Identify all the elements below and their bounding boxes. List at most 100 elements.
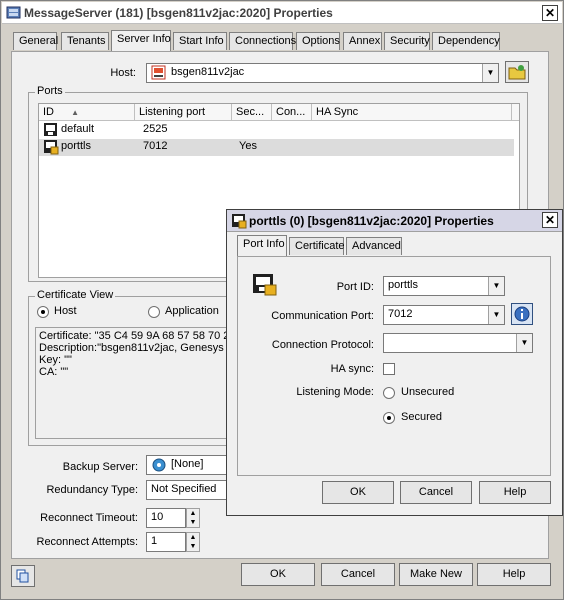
tab-advanced[interactable]: Advanced (346, 237, 402, 255)
tab-certificate[interactable]: Certificate (289, 237, 345, 255)
reconnect-attempts-label: Reconnect Attempts: (36, 536, 139, 548)
redundancy-type-label: Redundancy Type: (46, 484, 138, 496)
host-select[interactable]: bsgen811v2jac ▼ (146, 63, 499, 83)
cert-line: CA: "" (39, 366, 69, 378)
main-window-title: MessageServer (181) [bsgen811v2jac:2020]… (24, 6, 333, 20)
table-row[interactable]: default 2525 (39, 122, 519, 139)
mode-secured-label: Secured (401, 411, 442, 423)
ok-button[interactable]: OK (241, 563, 315, 586)
certificate-view-title: Certificate View (35, 289, 116, 301)
close-button[interactable]: ✕ (542, 5, 558, 21)
mode-unsecured-radio[interactable] (383, 387, 395, 399)
reconnect-timeout-input[interactable]: 10 (146, 508, 186, 528)
reconnect-attempts-input[interactable]: 1 (146, 532, 186, 552)
cert-line: Certificate: "35 C4 59 9A 68 57 58 70 21 (39, 330, 235, 342)
port-id: porttls (61, 140, 91, 152)
make-new-button[interactable]: Make New (399, 563, 473, 586)
port-secured: Yes (239, 140, 257, 152)
secure-port-icon (252, 273, 278, 297)
dialog-cancel-button[interactable]: Cancel (400, 481, 472, 504)
main-titlebar: MessageServer (181) [bsgen811v2jac:2020]… (2, 2, 562, 24)
communication-port-select[interactable]: 7012 ▼ (383, 305, 505, 325)
copy-button[interactable] (11, 565, 35, 587)
cert-application-label: Application (165, 305, 219, 317)
chevron-down-icon[interactable]: ▼ (516, 334, 532, 352)
tab-port-info[interactable]: Port Info (237, 235, 287, 256)
info-icon (514, 306, 530, 325)
ports-group-title: Ports (35, 85, 65, 97)
reconnect-timeout-spinner[interactable]: ▲ ▼ (186, 508, 200, 528)
server-app-icon (6, 5, 22, 21)
column-header-secured[interactable]: Sec... (232, 104, 272, 121)
reconnect-attempts-spinner[interactable]: ▲ ▼ (186, 532, 200, 552)
tab-connections[interactable]: Connections (229, 32, 296, 50)
info-button[interactable] (511, 303, 533, 325)
tab-options[interactable]: Options (296, 32, 340, 50)
dialog-titlebar: porttls (0) [bsgen811v2jac:2020] Propert… (227, 210, 562, 232)
server-icon (151, 457, 167, 473)
backup-server-select[interactable]: [None] (146, 455, 230, 475)
redundancy-type-select[interactable]: Not Specified (146, 480, 230, 500)
port-number: 2525 (143, 123, 168, 135)
tab-general[interactable]: General (13, 32, 58, 50)
mode-unsecured-label: Unsecured (401, 386, 455, 398)
dialog-ok-button[interactable]: OK (322, 481, 394, 504)
host-icon (151, 65, 167, 81)
folder-icon (508, 65, 526, 83)
cert-application-radio[interactable] (148, 306, 160, 318)
communication-port-label: Communication Port: (271, 310, 374, 322)
ports-list-header: ID ▲ Listening port Sec... Con... HA Syn… (39, 104, 519, 121)
connection-protocol-label: Connection Protocol: (271, 339, 374, 351)
mode-secured-radio[interactable] (383, 412, 395, 424)
host-browse-button[interactable] (505, 61, 529, 83)
communication-port-value: 7012 (388, 308, 413, 320)
dialog-close-button[interactable]: ✕ (542, 212, 558, 228)
chevron-down-icon[interactable]: ▼ (488, 306, 504, 324)
dialog-title: porttls (0) [bsgen811v2jac:2020] Propert… (249, 214, 494, 228)
tab-start-info[interactable]: Start Info (173, 32, 227, 50)
cert-host-radio[interactable] (37, 306, 49, 318)
ha-sync-checkbox[interactable] (383, 363, 395, 375)
port-id-select[interactable]: porttls ▼ (383, 276, 505, 296)
certificate-details: Certificate: "35 C4 59 9A 68 57 58 70 21… (35, 327, 235, 439)
tab-dependency[interactable]: Dependency (432, 32, 500, 50)
sort-ascending-icon: ▲ (71, 108, 79, 117)
port-number: 7012 (143, 140, 168, 152)
column-header-listening-port[interactable]: Listening port (135, 104, 232, 121)
secure-port-icon (231, 213, 247, 229)
tab-server-info[interactable]: Server Info (111, 30, 171, 51)
cert-line: Key: "" (39, 354, 72, 366)
column-header-ha-sync[interactable]: HA Sync (312, 104, 512, 121)
listening-mode-label: Listening Mode: (296, 386, 374, 398)
certificate-view-group: Certificate View Host Application Certif… (28, 289, 238, 446)
backup-server-label: Backup Server: (62, 461, 138, 473)
host-label: Host: (110, 67, 136, 79)
secure-port-icon (43, 139, 59, 155)
cert-host-label: Host (54, 305, 77, 317)
table-row[interactable]: porttls 7012 Yes (39, 139, 514, 156)
column-header-connection[interactable]: Con... (272, 104, 312, 121)
close-icon: ✕ (544, 6, 556, 20)
port-id: default (61, 123, 95, 135)
column-id-label: ID (43, 106, 54, 118)
backup-server-value: [None] (171, 458, 204, 470)
tab-security[interactable]: Security (384, 32, 430, 50)
cancel-button[interactable]: Cancel (321, 563, 395, 586)
chevron-down-icon[interactable]: ▼ (488, 277, 504, 295)
reconnect-timeout-label: Reconnect Timeout: (40, 512, 138, 524)
port-id-value: porttls (388, 279, 418, 291)
ha-sync-label: HA sync: (330, 363, 374, 375)
column-header-id[interactable]: ID ▲ (39, 104, 135, 121)
connection-protocol-select[interactable]: ▼ (383, 333, 533, 353)
dialog-help-button[interactable]: Help (479, 481, 551, 504)
host-value: bsgen811v2jac (171, 66, 245, 78)
cert-line: Description:"bsgen811v2jac, Genesys QA (39, 342, 235, 354)
port-icon (43, 122, 59, 138)
tab-tenants[interactable]: Tenants (61, 32, 109, 50)
port-properties-dialog: porttls (0) [bsgen811v2jac:2020] Propert… (226, 209, 563, 516)
chevron-down-icon[interactable]: ▼ (482, 64, 498, 82)
port-id-label: Port ID: (336, 281, 374, 293)
port-info-panel: Port ID: porttls ▼ Communication Port: 7… (237, 256, 551, 476)
tab-annex[interactable]: Annex (343, 32, 382, 50)
help-button[interactable]: Help (477, 563, 551, 586)
